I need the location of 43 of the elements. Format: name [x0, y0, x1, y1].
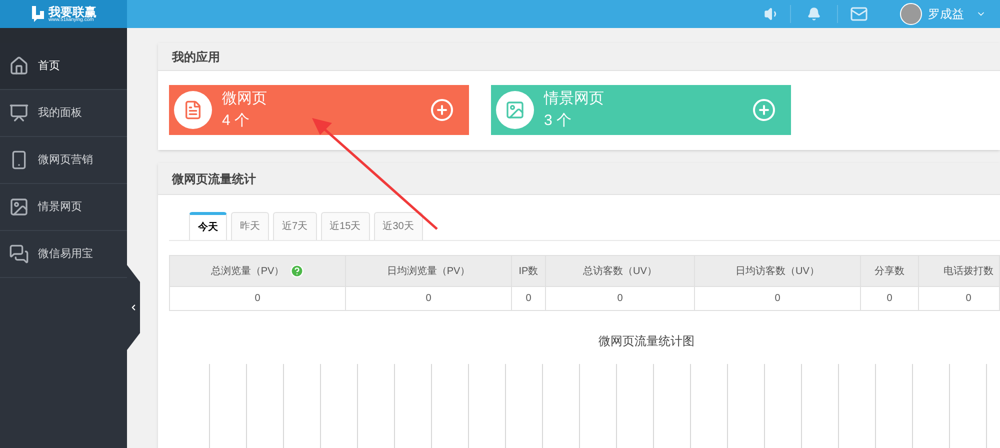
card-title: 微网页流量统计 — [172, 170, 256, 188]
table-cell-text: 0 — [254, 292, 260, 306]
sidebar-label: 微信易用宝 — [38, 246, 93, 262]
column-header: IP数 — [518, 264, 538, 278]
tile-name: 微网页 — [222, 89, 268, 109]
avatar — [900, 3, 922, 25]
add-icon[interactable] — [752, 98, 776, 122]
table-cell-text: 0 — [886, 292, 892, 306]
sidebar-label: 情景网页 — [38, 200, 82, 215]
table-cell-text: 0 — [526, 292, 532, 306]
chevron-left-icon — [129, 303, 138, 312]
tab[interactable]: 近15天 — [320, 212, 370, 240]
sidebar-item[interactable]: 首页 — [0, 43, 127, 90]
card-title: 我的应用 — [172, 48, 220, 66]
picture-icon — [496, 91, 534, 129]
table-cell-text: 0 — [617, 292, 623, 306]
sidebar-label: 微网页营销 — [38, 152, 93, 168]
tab[interactable]: 近30天 — [374, 212, 423, 240]
chart-title: 微网页流量统计图 — [598, 333, 694, 350]
sidebar-label: 我的面板 — [38, 106, 82, 121]
table-cell-text: 0 — [426, 292, 432, 306]
tile-count: 3 个 — [544, 111, 573, 131]
user-menu[interactable]: 罗成益 — [900, 3, 1000, 25]
column-header: 总访客数（UV） — [583, 264, 657, 278]
document-icon — [174, 91, 212, 129]
column-header: 日均浏览量（PV） — [386, 264, 470, 278]
logo-text: 我要联赢 — [48, 6, 96, 18]
tab[interactable]: 昨天 — [231, 212, 269, 240]
table-cell-text: 0 — [774, 292, 780, 306]
tab[interactable]: 近7天 — [273, 212, 317, 240]
tile-count: 4 个 — [222, 111, 251, 131]
help-icon[interactable] — [290, 264, 304, 278]
column-header: 分享数 — [874, 264, 904, 278]
app-tile[interactable]: 微网页 4 个 — [169, 85, 469, 135]
table-cell-text: 0 — [966, 292, 972, 306]
column-header: 日均访客数（UV） — [736, 264, 820, 278]
column-header: 总浏览量（PV） — [210, 264, 284, 278]
add-icon[interactable] — [430, 98, 454, 122]
column-header: 电话拨打数 — [944, 264, 994, 278]
tile-name: 情景网页 — [544, 89, 605, 109]
logo-icon — [30, 6, 44, 22]
sidebar-label: 首页 — [38, 58, 60, 74]
tab[interactable]: 今天 — [189, 212, 227, 240]
